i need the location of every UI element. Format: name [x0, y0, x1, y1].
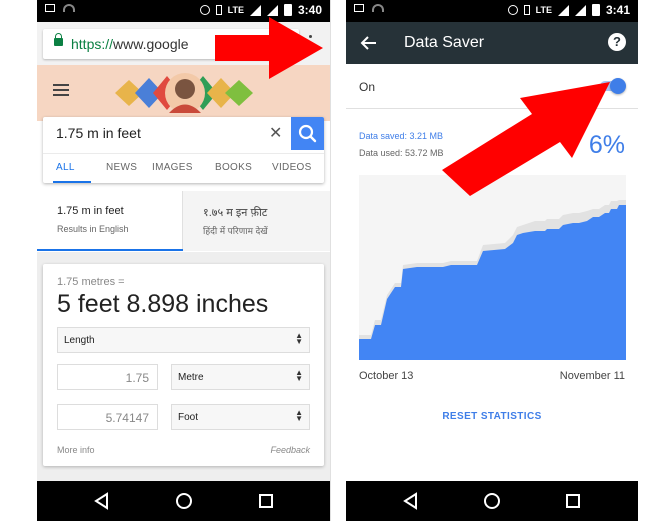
- back-triangle-icon[interactable]: [401, 491, 421, 511]
- back-triangle-icon[interactable]: [92, 491, 112, 511]
- english-subtitle: Results in English: [57, 224, 129, 234]
- input-value: 1.75: [125, 371, 149, 385]
- signal-icon-2: [574, 4, 586, 16]
- wifi-icon: [372, 4, 384, 12]
- input-unit-select[interactable]: Metre ▲ ▼: [171, 364, 310, 390]
- more-info-link[interactable]: More info: [57, 445, 95, 455]
- reset-statistics-button[interactable]: RESET STATISTICS: [346, 411, 638, 422]
- output-value: 5.74147: [105, 411, 149, 425]
- input-unit-value: Metre: [178, 372, 204, 383]
- tab-all[interactable]: ALL: [56, 162, 75, 173]
- battery-icon: [591, 4, 600, 16]
- english-title: 1.75 m in feet: [57, 205, 124, 217]
- select-arrows-icon: ▲ ▼: [295, 368, 303, 383]
- red-annotation-arrow: [442, 82, 610, 196]
- output-unit-value: Foot: [178, 412, 199, 423]
- unit-converter-card: 1.75 metres = 5 feet 8.898 inches Length…: [43, 264, 324, 466]
- output-value-field[interactable]: 5.74147: [57, 404, 158, 430]
- search-input[interactable]: 1.75 m in feet: [56, 125, 141, 141]
- search-tabs: ALL NEWS IMAGES BOOKS VIDEOS: [43, 153, 324, 183]
- unit-category-value: Length: [64, 335, 95, 346]
- system-navigation-bar: [346, 481, 638, 521]
- hamburger-menu-icon[interactable]: [53, 84, 69, 96]
- red-annotation-arrow: [215, 17, 323, 79]
- home-circle-icon[interactable]: [174, 491, 194, 511]
- selected-language-indicator: [37, 249, 183, 251]
- signal-icon: [557, 4, 569, 16]
- url-host: www.google: [113, 36, 189, 52]
- select-arrows-icon: ▲ ▼: [295, 408, 303, 423]
- lock-icon: [54, 33, 63, 46]
- unit-category-select[interactable]: Length ▲ ▼: [57, 327, 310, 353]
- chart-end-date: November 11: [559, 370, 625, 382]
- hindi-subtitle: हिंदी में परिणाम देखें: [203, 226, 268, 236]
- chart-start-date: October 13: [359, 370, 414, 382]
- results-hindi-option[interactable]: १.७५ म इन फ़ीट हिंदी में परिणाम देखें: [183, 191, 330, 251]
- input-value-field[interactable]: 1.75: [57, 364, 158, 390]
- home-circle-icon[interactable]: [482, 491, 502, 511]
- alarm-icon: [507, 5, 518, 15]
- image-notification-icon: [45, 4, 55, 12]
- alarm-icon: [199, 5, 210, 15]
- data-usage-chart: [359, 175, 626, 360]
- wifi-icon: [63, 4, 75, 12]
- vibrate-icon: [523, 5, 530, 15]
- help-icon[interactable]: ?: [608, 33, 626, 51]
- phone-screen-google-search: LTE 3:40 https://www.google 1.75 m in fe…: [37, 0, 331, 521]
- search-icon: [298, 124, 317, 143]
- active-tab-indicator: [53, 181, 91, 183]
- recents-square-icon[interactable]: [256, 491, 276, 511]
- image-notification-icon: [354, 4, 364, 12]
- toggle-label: On: [359, 80, 376, 94]
- app-bar: Data Saver ?: [346, 22, 638, 64]
- network-type: LTE: [535, 5, 552, 15]
- phone-screen-data-saver: LTE 3:41 Data Saver ? On Data saved: 3.2…: [346, 0, 638, 521]
- back-arrow-icon[interactable]: [360, 34, 378, 52]
- select-arrows-icon: ▲ ▼: [295, 331, 303, 346]
- search-box: 1.75 m in feet ✕ ALL NEWS IMAGES BOOKS V…: [43, 117, 324, 183]
- data-saved-text: Data saved: 3.21 MB: [359, 131, 444, 141]
- tab-images[interactable]: IMAGES: [152, 162, 193, 173]
- feedback-link[interactable]: Feedback: [270, 445, 310, 455]
- url-text: https://www.google: [71, 36, 221, 52]
- results-english-option[interactable]: 1.75 m in feet Results in English: [37, 191, 183, 251]
- tab-videos[interactable]: VIDEOS: [272, 162, 312, 173]
- tab-books[interactable]: BOOKS: [215, 162, 252, 173]
- conversion-source: 1.75 metres =: [57, 276, 125, 288]
- url-scheme: https://: [71, 36, 114, 52]
- status-time: 3:41: [605, 3, 630, 17]
- data-used-text: Data used: 53.72 MB: [359, 148, 444, 158]
- output-unit-select[interactable]: Foot ▲ ▼: [171, 404, 310, 430]
- tab-news[interactable]: NEWS: [106, 162, 137, 173]
- close-icon[interactable]: ✕: [269, 123, 282, 143]
- system-navigation-bar: [37, 481, 330, 521]
- recents-square-icon[interactable]: [563, 491, 583, 511]
- hindi-title: १.७५ म इन फ़ीट: [203, 207, 268, 219]
- page-title: Data Saver: [404, 34, 485, 51]
- status-bar: LTE 3:41: [346, 0, 638, 22]
- language-switcher: 1.75 m in feet Results in English १.७५ म…: [37, 191, 330, 251]
- search-button[interactable]: [291, 117, 324, 150]
- conversion-result: 5 feet 8.898 inches: [57, 290, 269, 318]
